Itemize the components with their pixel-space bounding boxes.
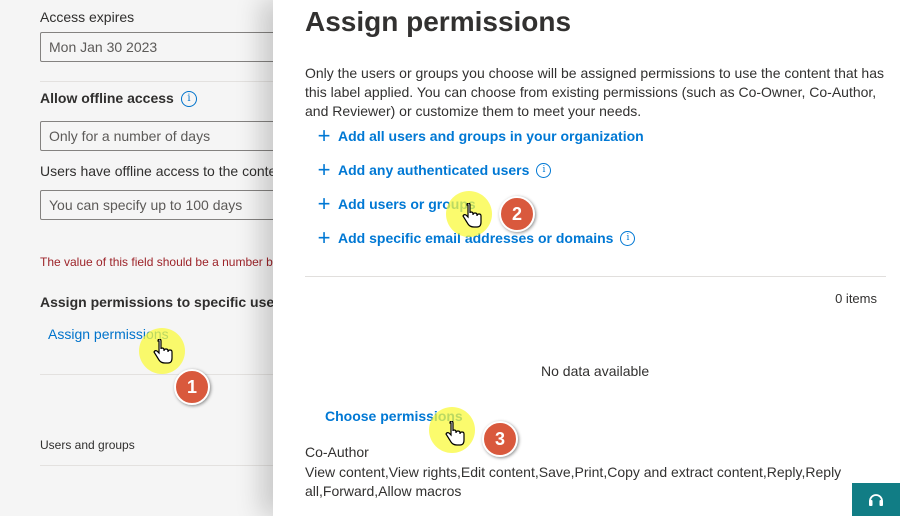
panel-title: Assign permissions xyxy=(305,6,572,37)
hand-cursor-icon xyxy=(445,421,465,446)
headset-icon xyxy=(869,493,883,506)
add-authenticated-users-action[interactable]: + Add any authenticated users i xyxy=(313,157,552,182)
plus-icon: + xyxy=(317,225,331,250)
add-all-users-action[interactable]: + Add all users and groups in your organ… xyxy=(313,125,644,147)
plus-icon: + xyxy=(317,157,331,182)
step-badge-2: 2 xyxy=(499,196,535,232)
assign-permissions-panel: Assign permissions Only the users or gro… xyxy=(273,0,917,516)
action-label: Add all users and groups in your organiz… xyxy=(338,128,644,144)
step-badge-1: 1 xyxy=(174,369,210,405)
help-button[interactable] xyxy=(852,483,900,516)
divider xyxy=(305,276,886,277)
plus-icon: + xyxy=(317,191,331,216)
hand-cursor-icon xyxy=(462,203,482,228)
role-name: Co-Author xyxy=(305,444,369,460)
plus-icon: + xyxy=(317,123,331,148)
info-icon[interactable]: i xyxy=(620,230,636,246)
items-count: 0 items xyxy=(835,291,877,306)
info-icon[interactable]: i xyxy=(536,162,552,178)
panel-description: Only the users or groups you choose will… xyxy=(305,65,884,119)
step-badge-3: 3 xyxy=(482,421,518,457)
no-data-message: No data available xyxy=(541,363,650,379)
action-label: Add any authenticated users xyxy=(338,162,530,178)
role-permissions: View content,View rights,Edit content,Sa… xyxy=(305,464,842,499)
hand-cursor-icon xyxy=(153,339,173,364)
dim-overlay xyxy=(0,0,300,516)
